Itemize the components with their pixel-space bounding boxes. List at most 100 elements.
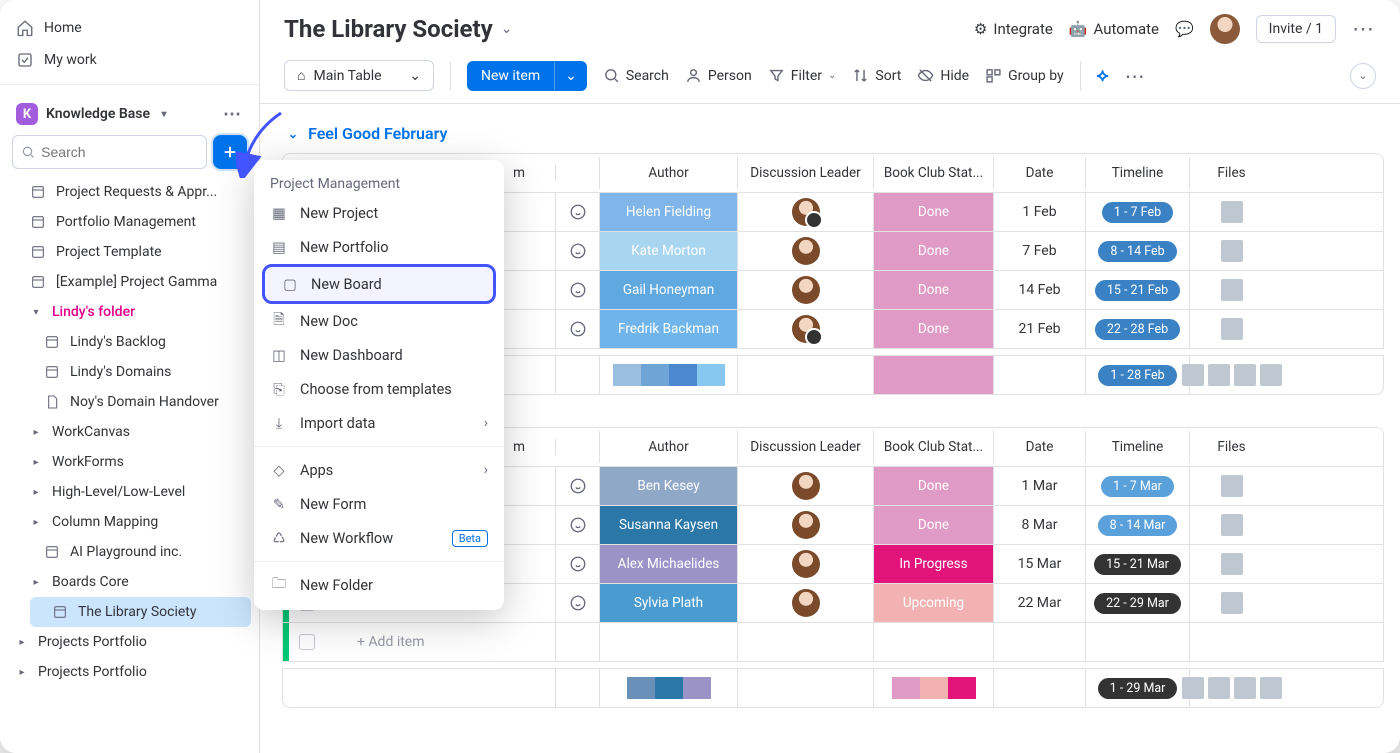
sidebar-item[interactable]: Lindy's Domains <box>0 357 259 387</box>
ai-icon[interactable]: ⟡ <box>1097 65 1109 86</box>
timeline-pill[interactable]: 8 - 14 Feb <box>1098 241 1176 262</box>
toolbar-hide[interactable]: Hide <box>917 67 969 84</box>
leader-avatar[interactable] <box>792 198 820 226</box>
author-cell[interactable]: Fredrik Backman <box>600 310 737 348</box>
sidebar-item[interactable]: Column Mapping <box>0 507 259 537</box>
activity-icon[interactable]: 💬 <box>1175 20 1194 38</box>
sidebar-item[interactable]: WorkCanvas <box>0 417 259 447</box>
toolbar-person[interactable]: Person <box>685 67 752 84</box>
sidebar-item[interactable]: AI Playground inc. <box>0 537 259 567</box>
popup-new-folder[interactable]: 🗀New Folder <box>254 568 504 602</box>
date-cell[interactable]: 14 Feb <box>993 271 1085 309</box>
chat-icon[interactable] <box>555 467 599 505</box>
add-item-row[interactable]: + Add item <box>283 622 1383 661</box>
chat-icon[interactable] <box>555 271 599 309</box>
popup-new-doc[interactable]: 🗎New Doc <box>254 304 504 338</box>
popup-new-board[interactable]: ▢New Board <box>262 264 496 304</box>
sidebar-folder[interactable]: Lindy's folder <box>0 297 259 327</box>
col-status[interactable]: Book Club Stat... <box>873 431 993 463</box>
automate-button[interactable]: 🤖Automate <box>1069 20 1159 38</box>
status-cell[interactable]: Done <box>874 232 993 270</box>
col-timeline[interactable]: Timeline <box>1085 157 1189 189</box>
popup-new-dashboard[interactable]: ◫New Dashboard <box>254 338 504 372</box>
status-cell[interactable]: Done <box>874 506 993 544</box>
col-leader[interactable]: Discussion Leader <box>737 431 873 463</box>
sidebar-root[interactable]: Projects Portfolio <box>0 627 259 657</box>
popup-import[interactable]: ⤓Import data› <box>254 406 504 440</box>
group-header-1[interactable]: ⌄ Feel Good February <box>282 118 1384 153</box>
file-thumb[interactable] <box>1221 318 1243 340</box>
chat-icon[interactable] <box>555 310 599 348</box>
author-cell[interactable]: Gail Honeyman <box>600 271 737 309</box>
status-cell[interactable]: In Progress <box>874 545 993 583</box>
timeline-pill[interactable]: 15 - 21 Feb <box>1095 280 1180 301</box>
popup-new-form[interactable]: ✎New Form <box>254 487 504 521</box>
timeline-pill[interactable]: 15 - 21 Mar <box>1094 554 1181 575</box>
timeline-pill[interactable]: 22 - 28 Feb <box>1095 319 1180 340</box>
toolbar-search[interactable]: Search <box>603 67 669 84</box>
file-thumb[interactable] <box>1221 514 1243 536</box>
collapse-toggle[interactable]: ⌄ <box>1350 63 1376 89</box>
col-author[interactable]: Author <box>599 157 737 189</box>
author-cell[interactable]: Helen Fielding <box>600 193 737 231</box>
status-cell[interactable]: Done <box>874 271 993 309</box>
timeline-pill[interactable]: 22 - 29 Mar <box>1094 593 1181 614</box>
leader-avatar[interactable] <box>792 550 820 578</box>
timeline-pill[interactable]: 8 - 14 Mar <box>1098 515 1178 536</box>
date-cell[interactable]: 22 Mar <box>993 584 1085 622</box>
date-cell[interactable]: 15 Mar <box>993 545 1085 583</box>
sidebar-item[interactable]: Project Requests & Appr... <box>0 177 259 207</box>
nav-home[interactable]: Home <box>0 12 259 44</box>
author-cell[interactable]: Susanna Kaysen <box>600 506 737 544</box>
col-files[interactable]: Files <box>1189 431 1273 463</box>
popup-new-workflow[interactable]: ♺New WorkflowBeta <box>254 521 504 555</box>
chat-icon[interactable] <box>555 584 599 622</box>
board-menu-icon[interactable]: ⋯ <box>1352 17 1376 42</box>
checkbox[interactable] <box>299 634 315 650</box>
status-cell[interactable]: Done <box>874 467 993 505</box>
sidebar-item[interactable]: WorkForms <box>0 447 259 477</box>
sidebar-root[interactable]: Projects Portfolio <box>0 657 259 687</box>
timeline-pill[interactable]: 1 - 7 Mar <box>1101 476 1174 497</box>
col-date[interactable]: Date <box>993 431 1085 463</box>
leader-avatar[interactable] <box>792 589 820 617</box>
integrate-button[interactable]: ⚙Integrate <box>974 20 1053 38</box>
date-cell[interactable]: 1 Feb <box>993 193 1085 231</box>
add-button[interactable] <box>213 135 247 169</box>
new-item-button[interactable]: New item ⌄ <box>467 61 587 91</box>
toolbar-filter[interactable]: Filter⌄ <box>768 67 837 84</box>
chat-icon[interactable] <box>555 193 599 231</box>
file-thumb[interactable] <box>1221 475 1243 497</box>
file-thumb[interactable] <box>1221 553 1243 575</box>
col-timeline[interactable]: Timeline <box>1085 431 1189 463</box>
status-cell[interactable]: Done <box>874 310 993 348</box>
leader-avatar[interactable] <box>792 511 820 539</box>
chat-icon[interactable] <box>555 545 599 583</box>
popup-templates[interactable]: ⎘Choose from templates <box>254 372 504 406</box>
author-cell[interactable]: Alex Michaelides <box>600 545 737 583</box>
leader-avatar[interactable] <box>792 315 820 343</box>
col-author[interactable]: Author <box>599 431 737 463</box>
chat-icon[interactable] <box>555 506 599 544</box>
col-date[interactable]: Date <box>993 157 1085 189</box>
col-leader[interactable]: Discussion Leader <box>737 157 873 189</box>
file-thumb[interactable] <box>1221 201 1243 223</box>
date-cell[interactable]: 1 Mar <box>993 467 1085 505</box>
file-thumb[interactable] <box>1221 240 1243 262</box>
file-thumb[interactable] <box>1221 592 1243 614</box>
author-cell[interactable]: Ben Kesey <box>600 467 737 505</box>
col-files[interactable]: Files <box>1189 157 1273 189</box>
status-cell[interactable]: Done <box>874 193 993 231</box>
sidebar-item[interactable]: Project Template <box>0 237 259 267</box>
author-cell[interactable]: Kate Morton <box>600 232 737 270</box>
sidebar-item[interactable]: Portfolio Management <box>0 207 259 237</box>
leader-avatar[interactable] <box>792 472 820 500</box>
sidebar-item[interactable]: Lindy's Backlog <box>0 327 259 357</box>
file-thumb[interactable] <box>1221 279 1243 301</box>
workspace-header[interactable]: K Knowledge Base ⋯ <box>0 93 259 131</box>
chevron-down-icon[interactable]: ⌄ <box>554 61 587 91</box>
leader-avatar[interactable] <box>792 276 820 304</box>
user-avatar[interactable] <box>1210 14 1240 44</box>
popup-apps[interactable]: ◇Apps› <box>254 453 504 487</box>
toolbar-menu-icon[interactable]: ⋯ <box>1125 64 1147 88</box>
